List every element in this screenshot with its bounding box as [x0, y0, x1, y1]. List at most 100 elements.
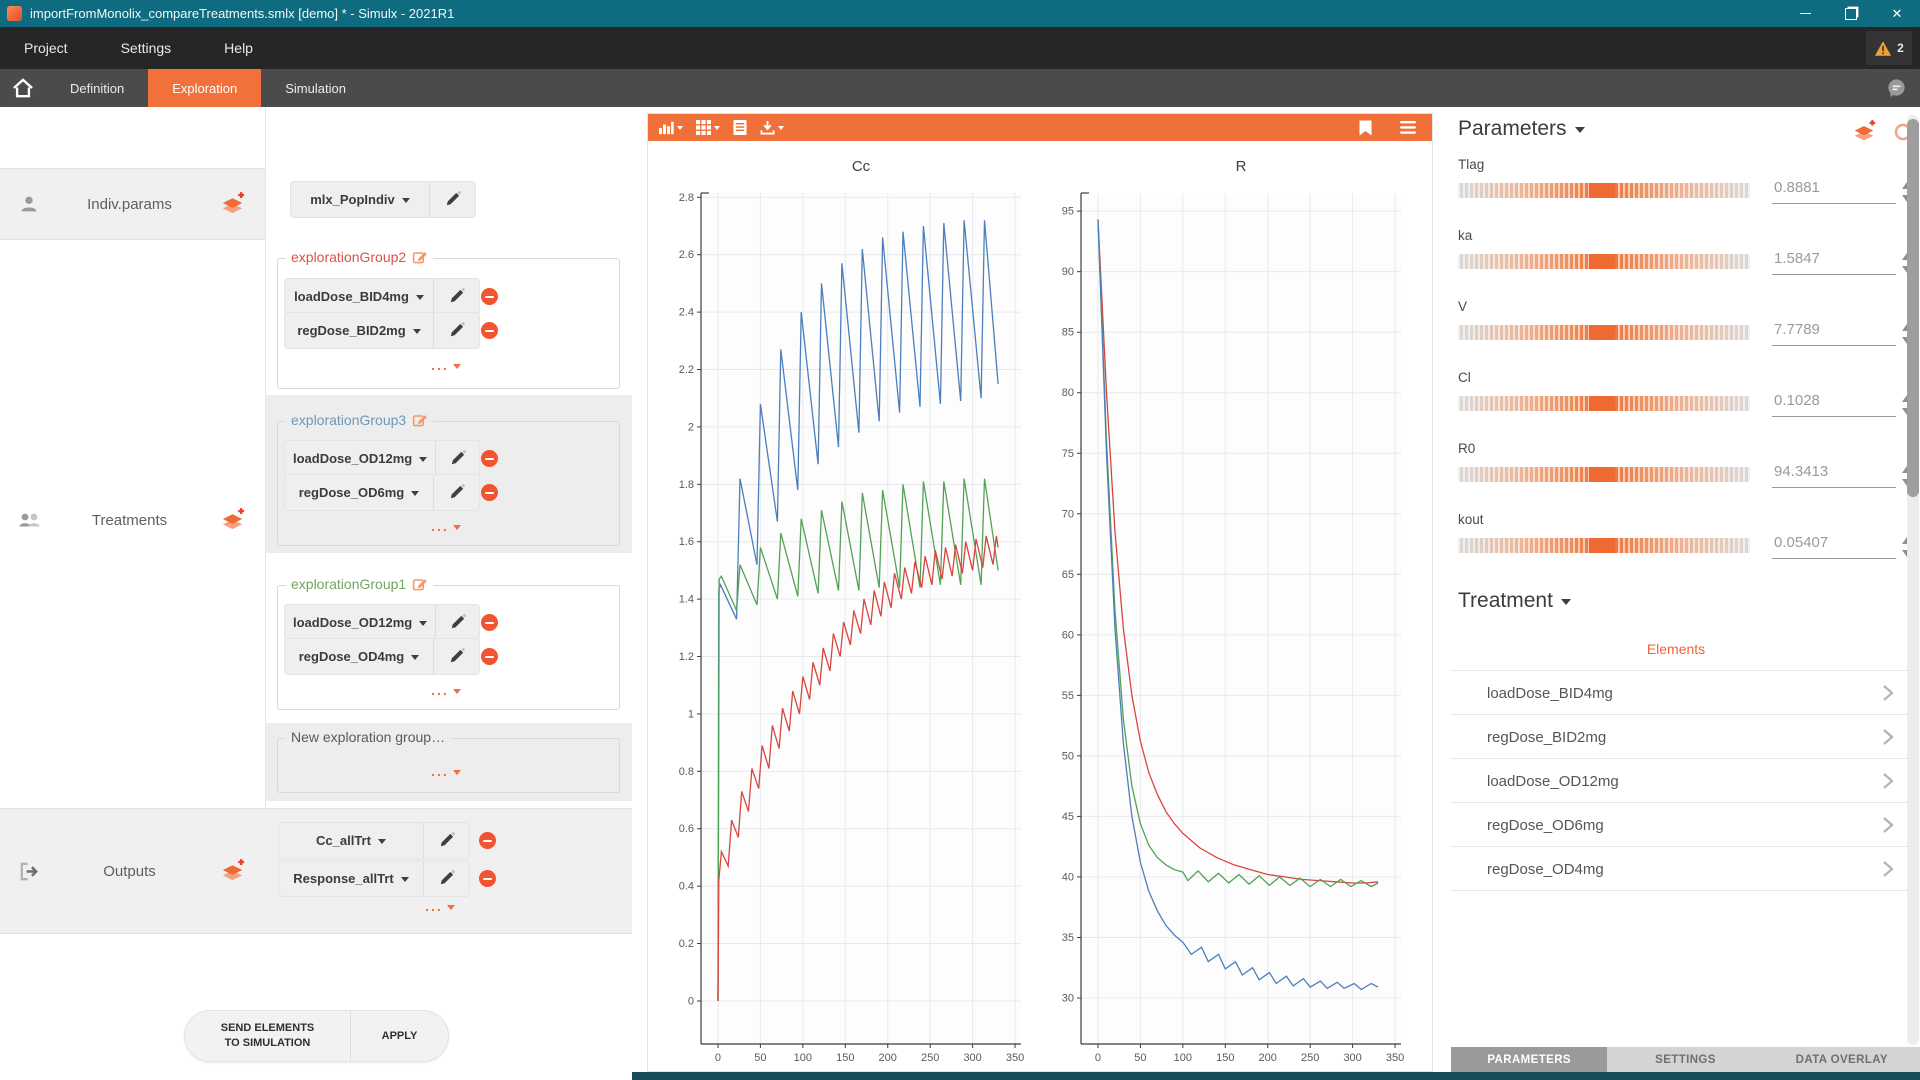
export-button[interactable] — [760, 120, 784, 135]
remove-element-button[interactable] — [481, 648, 498, 665]
layout-grid-button[interactable] — [696, 120, 720, 135]
slider-track[interactable] — [1458, 254, 1750, 269]
parameters-scrollbar[interactable] — [1907, 115, 1919, 1045]
menu-help[interactable]: Help — [224, 40, 253, 56]
edit-element-button[interactable] — [436, 441, 479, 476]
slider-thumb[interactable] — [1589, 467, 1615, 482]
tab-simulation[interactable]: Simulation — [261, 69, 370, 107]
edit-icon — [448, 449, 467, 468]
minimize-button[interactable] — [1782, 0, 1828, 27]
more-options-dropdown[interactable]: ... — [416, 357, 476, 373]
remove-element-button[interactable] — [481, 322, 498, 339]
apply-button[interactable]: APPLY — [351, 1011, 448, 1061]
treatment-element-row[interactable]: regDose_OD4mg — [1451, 846, 1908, 891]
slider-track[interactable] — [1458, 538, 1750, 553]
menu-settings[interactable]: Settings — [121, 40, 172, 56]
remove-element-button[interactable] — [481, 450, 498, 467]
rename-group-icon[interactable] — [412, 249, 428, 265]
svg-text:250: 250 — [1301, 1052, 1319, 1064]
param-value-field[interactable] — [1772, 248, 1896, 275]
chart-type-button[interactable] — [658, 121, 683, 135]
treatment-header[interactable]: Treatment — [1458, 589, 1571, 613]
add-treatment-button[interactable] — [217, 507, 247, 534]
remove-element-button[interactable] — [481, 288, 498, 305]
slider-thumb[interactable] — [1589, 325, 1615, 340]
more-options-dropdown[interactable]: ... — [416, 518, 476, 534]
remove-output-button[interactable] — [479, 832, 496, 849]
param-value-field[interactable] — [1772, 461, 1896, 488]
scrollbar-thumb[interactable] — [1907, 119, 1919, 497]
rename-group-icon[interactable] — [412, 576, 428, 592]
data-table-button[interactable] — [733, 120, 747, 135]
param-value-field[interactable] — [1772, 390, 1896, 417]
maximize-button[interactable] — [1828, 0, 1874, 27]
more-options-dropdown[interactable]: ... — [416, 763, 476, 779]
feedback-button[interactable] — [1885, 69, 1908, 107]
treatment-element-row[interactable]: loadDose_OD12mg — [1451, 758, 1908, 803]
tab-parameters[interactable]: PARAMETERS — [1451, 1047, 1607, 1072]
treatment-element-row[interactable]: loadDose_BID4mg — [1451, 670, 1908, 715]
slider-thumb[interactable] — [1589, 538, 1615, 553]
menu-project[interactable]: Project — [24, 40, 68, 56]
grid-icon — [696, 120, 711, 135]
treatment-element-dropdown[interactable]: loadDose_BID4mg — [285, 279, 434, 314]
output-element-dropdown[interactable]: Response_allTrt — [279, 861, 424, 896]
tab-exploration[interactable]: Exploration — [148, 69, 261, 107]
svg-text:350: 350 — [1386, 1052, 1404, 1064]
treatment-element-dropdown[interactable]: loadDose_OD12mg — [285, 441, 436, 476]
edit-element-button[interactable] — [434, 639, 479, 674]
param-value-field[interactable] — [1772, 177, 1896, 204]
home-button[interactable] — [0, 69, 46, 107]
remove-element-button[interactable] — [481, 614, 498, 631]
bookmark-icon[interactable] — [1359, 120, 1372, 136]
indiv-params-row: Indiv.params — [0, 168, 265, 240]
new-exploration-group-box[interactable]: New exploration group… ... — [277, 738, 620, 793]
send-to-simulation-button[interactable]: SEND ELEMENTS TO SIMULATION — [185, 1011, 351, 1061]
treatment-element-row[interactable]: regDose_OD6mg — [1451, 802, 1908, 847]
treatment-element-row[interactable]: regDose_BID2mg — [1451, 714, 1908, 759]
edit-indiv-element-button[interactable] — [430, 182, 475, 217]
chevron-down-icon — [413, 329, 421, 338]
parameters-header[interactable]: Parameters — [1458, 117, 1585, 141]
treatment-element-dropdown[interactable]: regDose_OD4mg — [285, 639, 434, 674]
add-parameter-element-button[interactable] — [1851, 119, 1877, 145]
remove-element-button[interactable] — [481, 484, 498, 501]
param-value-field[interactable] — [1772, 319, 1896, 346]
edit-element-button[interactable] — [436, 605, 479, 640]
close-button[interactable]: ✕ — [1874, 0, 1920, 27]
remove-output-button[interactable] — [479, 870, 496, 887]
add-indiv-param-button[interactable] — [217, 191, 247, 218]
svg-text:95: 95 — [1062, 206, 1074, 218]
indiv-element-dropdown[interactable]: mlx_PopIndiv — [291, 182, 430, 217]
add-output-button[interactable] — [217, 858, 247, 885]
edit-element-button[interactable] — [434, 475, 479, 510]
rename-group-icon[interactable] — [412, 412, 428, 428]
chevron-right-icon — [1882, 772, 1894, 790]
treatment-element-dropdown[interactable]: loadDose_OD12mg — [285, 605, 436, 640]
edit-output-button[interactable] — [424, 823, 469, 858]
tab-data-overlay[interactable]: DATA OVERLAY — [1764, 1047, 1920, 1072]
warning-icon — [1874, 40, 1892, 57]
slider-thumb[interactable] — [1589, 183, 1615, 198]
tab-definition[interactable]: Definition — [46, 69, 148, 107]
slider-track[interactable] — [1458, 396, 1750, 411]
output-element-dropdown[interactable]: Cc_allTrt — [279, 823, 424, 858]
slider-track[interactable] — [1458, 467, 1750, 482]
more-options-dropdown[interactable]: ... — [416, 682, 476, 698]
right-panel-tabs: PARAMETERS SETTINGS DATA OVERLAY — [1451, 1047, 1920, 1072]
slider-track[interactable] — [1458, 183, 1750, 198]
treatment-element-dropdown[interactable]: regDose_OD6mg — [285, 475, 434, 510]
warnings-badge[interactable]: 2 — [1866, 31, 1912, 65]
treatment-element-dropdown[interactable]: regDose_BID2mg — [285, 313, 434, 348]
edit-element-button[interactable] — [434, 313, 479, 348]
edit-element-button[interactable] — [434, 279, 479, 314]
slider-thumb[interactable] — [1589, 254, 1615, 269]
param-value-field[interactable] — [1772, 532, 1896, 559]
edit-icon — [447, 483, 466, 502]
more-options-dropdown[interactable]: ... — [410, 898, 470, 914]
slider-track[interactable] — [1458, 325, 1750, 340]
edit-output-button[interactable] — [424, 861, 469, 896]
slider-thumb[interactable] — [1589, 396, 1615, 411]
tab-settings[interactable]: SETTINGS — [1607, 1047, 1763, 1072]
menu-icon[interactable] — [1400, 121, 1416, 134]
